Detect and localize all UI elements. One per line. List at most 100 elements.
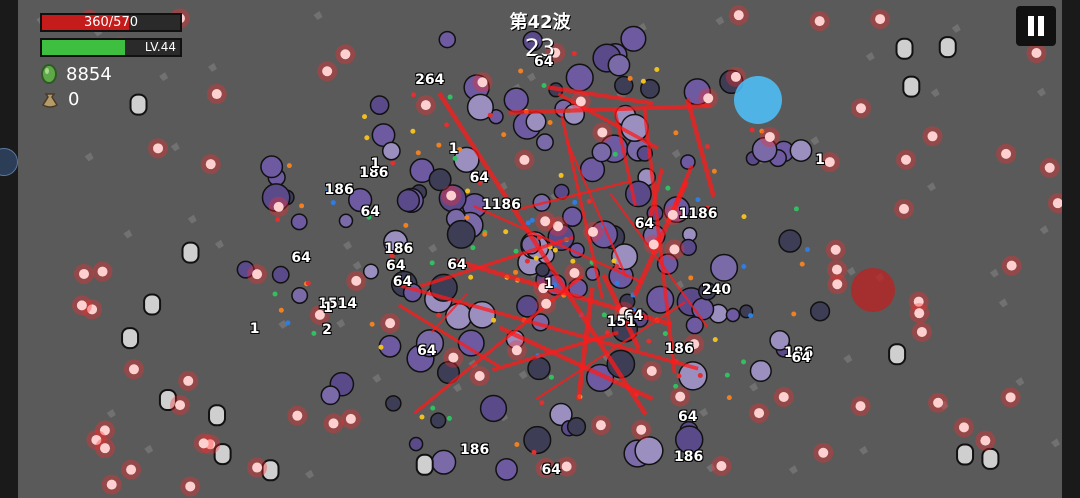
loot-gem bbox=[275, 217, 281, 223]
side-menu-button[interactable] bbox=[0, 148, 18, 176]
enemy bbox=[438, 30, 457, 49]
red-orb bbox=[958, 422, 969, 433]
pause-icon bbox=[1028, 16, 1034, 36]
loot-gem bbox=[444, 122, 450, 128]
ground-debris bbox=[336, 318, 346, 328]
damage-number: 64 bbox=[469, 170, 490, 187]
turret-enemy bbox=[208, 404, 227, 427]
loot-gem bbox=[531, 449, 537, 455]
ground-debris bbox=[207, 62, 217, 72]
enemy bbox=[527, 356, 551, 381]
loot-gem bbox=[612, 151, 618, 157]
red-orb bbox=[205, 159, 216, 170]
enemy bbox=[291, 287, 309, 304]
damage-number: 186 bbox=[324, 182, 354, 199]
ground-debris bbox=[998, 298, 1008, 308]
enemy bbox=[607, 53, 631, 77]
turret-enemy bbox=[895, 37, 914, 60]
red-orb bbox=[703, 93, 714, 104]
loot-gem bbox=[491, 317, 497, 323]
damage-number: 1186 bbox=[678, 206, 718, 223]
loot-gem bbox=[278, 307, 284, 313]
red-orb bbox=[832, 279, 843, 290]
loot-gem bbox=[673, 130, 679, 136]
loot-gem bbox=[552, 247, 558, 253]
damage-number: 1186 bbox=[481, 197, 521, 214]
loot-gem bbox=[741, 263, 747, 269]
damage-number: 64 bbox=[386, 258, 406, 275]
loot-gem bbox=[539, 400, 545, 406]
ground-debris bbox=[170, 142, 180, 152]
pause-button[interactable] bbox=[1016, 6, 1056, 46]
loot-gem bbox=[697, 373, 703, 379]
battlefield-canvas bbox=[36, 5, 1062, 497]
red-orb bbox=[252, 462, 263, 473]
red-orb bbox=[198, 438, 209, 449]
ground-debris bbox=[372, 373, 382, 383]
ground-debris bbox=[518, 370, 528, 380]
red-orb bbox=[126, 464, 137, 475]
red-orb bbox=[340, 49, 351, 60]
enemy bbox=[430, 412, 447, 429]
damage-number: 64 bbox=[678, 409, 698, 426]
damage-number: 1 bbox=[370, 156, 381, 173]
red-orb bbox=[587, 226, 598, 237]
currency-amount: 8854 bbox=[66, 63, 112, 85]
blood-splatter bbox=[851, 268, 895, 312]
damage-number: 1 bbox=[544, 275, 554, 292]
ground-debris bbox=[846, 266, 856, 276]
red-orb bbox=[575, 96, 586, 107]
red-orb bbox=[540, 216, 551, 227]
damage-number: 186 bbox=[384, 240, 414, 257]
damage-number: 64 bbox=[447, 257, 467, 274]
loot-gem bbox=[464, 215, 470, 221]
red-orb bbox=[1044, 162, 1055, 173]
game-arena[interactable] bbox=[18, 0, 1062, 498]
loot-gem bbox=[518, 68, 524, 74]
red-orb bbox=[183, 375, 194, 386]
ground-debris bbox=[930, 88, 940, 98]
laser-beam bbox=[685, 98, 716, 198]
ground-debris bbox=[452, 383, 462, 393]
loot-gem bbox=[533, 255, 539, 261]
red-orb bbox=[855, 401, 866, 412]
red-orb bbox=[211, 89, 222, 100]
loot-gem bbox=[364, 135, 370, 141]
red-orb bbox=[927, 131, 938, 142]
turret-enemy bbox=[981, 447, 1000, 470]
loot-gem bbox=[572, 199, 578, 205]
damage-number: 64 bbox=[634, 215, 655, 232]
red-orb bbox=[477, 77, 488, 88]
loot-gem bbox=[726, 395, 732, 401]
red-orb bbox=[855, 103, 866, 114]
red-orb bbox=[754, 408, 765, 419]
loot-gem bbox=[704, 144, 710, 150]
damage-number: 264 bbox=[415, 72, 445, 89]
ground-debris bbox=[1039, 225, 1049, 235]
damage-number: 2 bbox=[322, 321, 332, 338]
red-orb bbox=[669, 244, 680, 255]
health-bar: 360/570 bbox=[40, 13, 182, 32]
loot-gem bbox=[611, 258, 617, 264]
money-bag-icon bbox=[41, 93, 59, 108]
damage-number: 64 bbox=[534, 54, 554, 71]
loot-gem bbox=[627, 75, 633, 81]
red-orb bbox=[898, 203, 909, 214]
enemy bbox=[634, 436, 664, 466]
enemy bbox=[789, 139, 813, 162]
enemy bbox=[566, 417, 587, 437]
green-gem-icon bbox=[41, 64, 57, 84]
ground-debris bbox=[1015, 377, 1025, 387]
red-orb bbox=[345, 413, 356, 424]
red-orb bbox=[1031, 48, 1042, 59]
turret-enemy bbox=[938, 36, 957, 59]
red-orb bbox=[667, 209, 678, 220]
wave-label: 第42波 bbox=[509, 12, 571, 33]
ground-debris bbox=[428, 243, 438, 253]
turret-enemy bbox=[129, 93, 148, 116]
red-orb bbox=[420, 100, 431, 111]
red-orb bbox=[831, 264, 842, 275]
loot-gem bbox=[805, 247, 811, 253]
red-orb bbox=[541, 298, 552, 309]
red-orb bbox=[636, 424, 647, 435]
